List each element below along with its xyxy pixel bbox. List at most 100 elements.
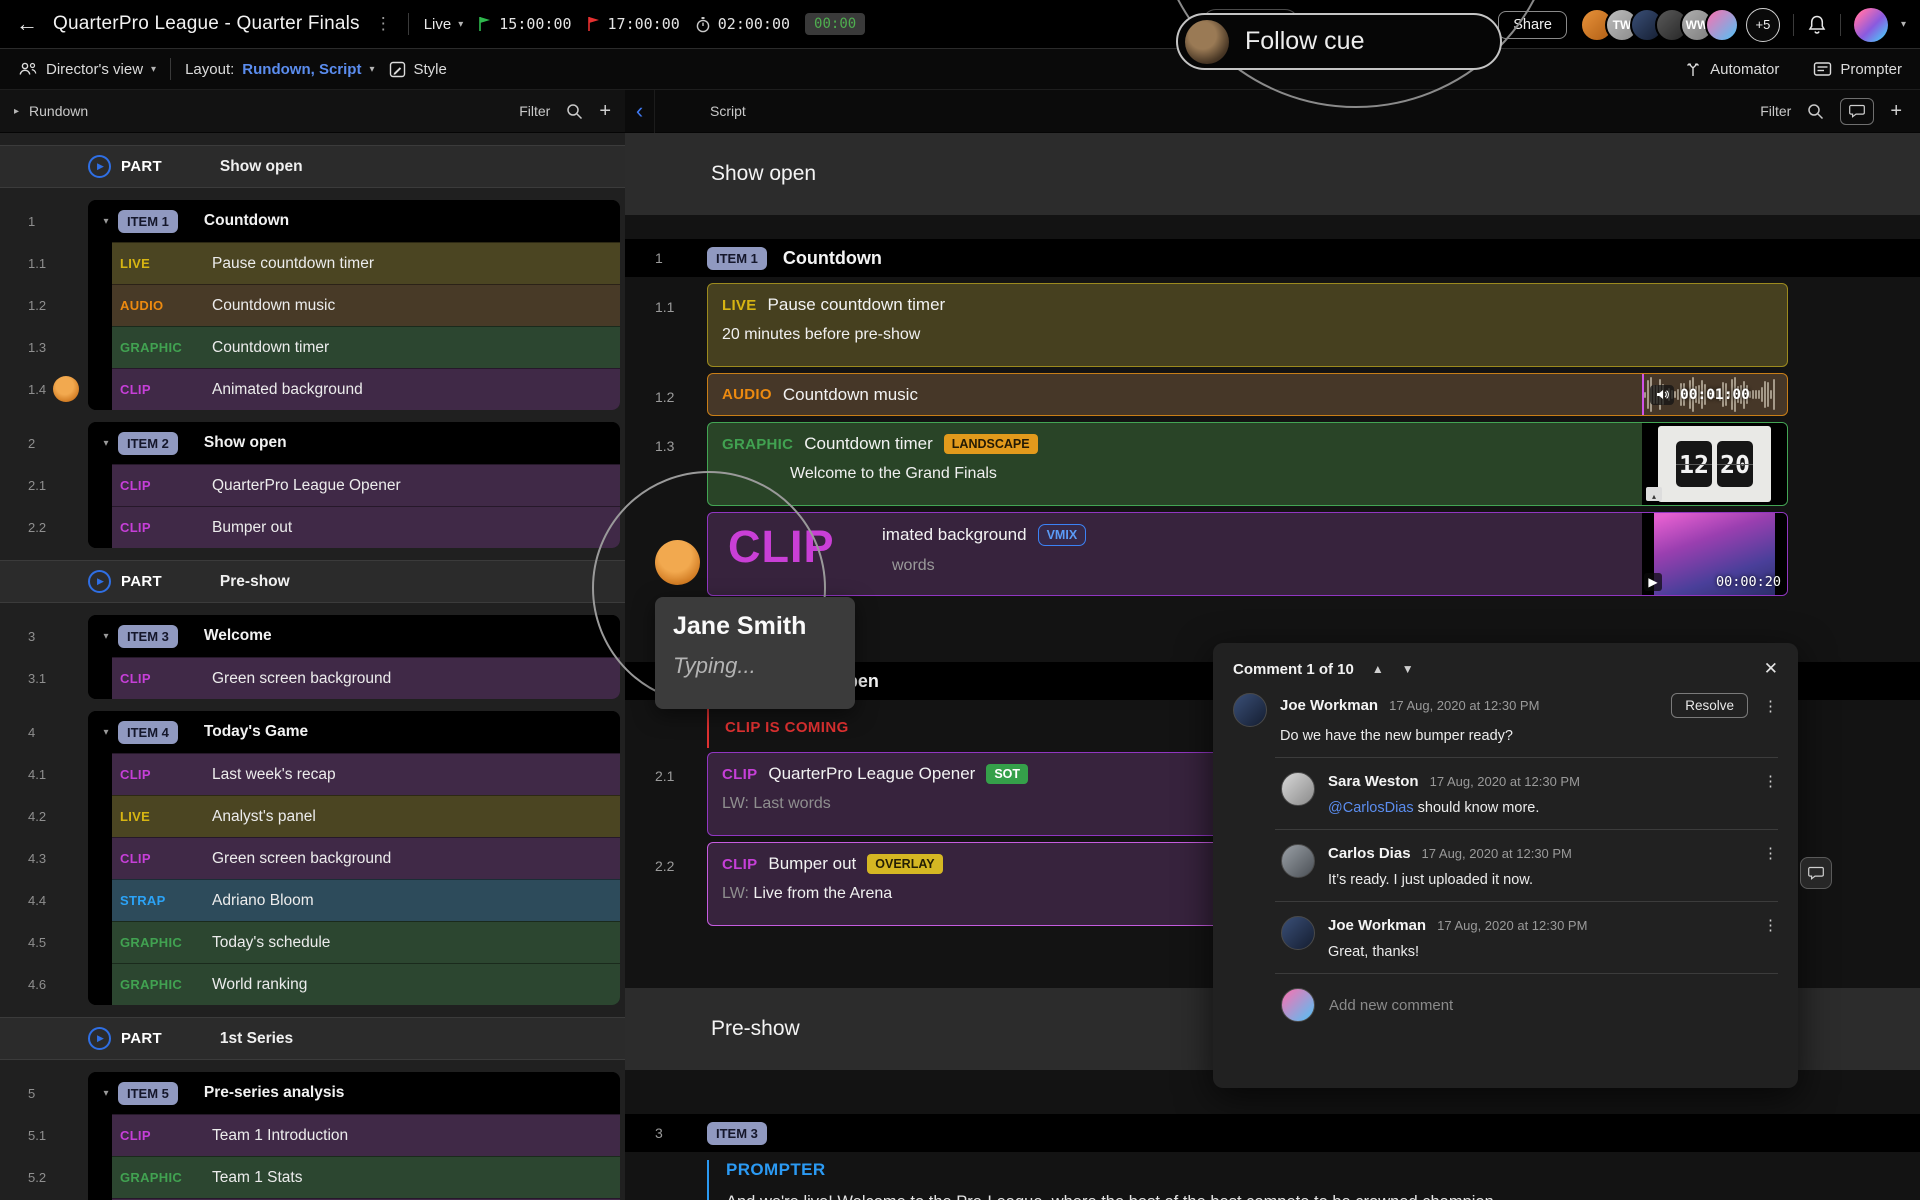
part-row[interactable]: ▶ PART Show open [0,145,625,188]
item-block: ▾ ITEM 4 Today's Game CLIP Last week's recap… [88,711,620,1005]
rundown-row[interactable]: AUDIO Countdown music [88,284,620,326]
user-avatar[interactable] [1853,7,1888,42]
share-button[interactable]: Share [1498,10,1567,39]
item-header[interactable]: ▾ ITEM 3 Welcome [88,615,620,657]
rundown-row[interactable]: CLIP Bumper out [88,506,620,548]
back-icon[interactable]: ← [16,13,38,35]
kebab-menu-icon[interactable]: ⋮ [1763,697,1778,715]
rundown-row[interactable]: GRAPHIC World ranking [88,963,620,1005]
avatar-overflow-badge[interactable]: +5 [1745,7,1780,42]
top-bar: ← QuarterPro League - Quarter Finals ⋮ L… [0,0,1920,49]
rundown-row[interactable]: CLIP Green screen background [88,657,620,699]
comment-meta-row: Joe Workman 17 Aug, 2020 at 12:30 PM Resol… [1280,693,1778,718]
chevron-down-icon[interactable]: ▾ [1901,19,1906,30]
avatar[interactable] [1704,7,1739,42]
script-item-header[interactable]: 1 ITEM 1 Countdown [625,239,1920,277]
rundown-row[interactable]: GRAPHIC Team 1 Stats [88,1156,620,1198]
collapse-caret-icon[interactable]: ▾ [94,438,118,449]
rundown-row[interactable]: CLIP QuarterPro League Opener [88,464,620,506]
part-row[interactable]: ▶ PART Pre-show [0,560,625,603]
style-button[interactable]: Style [389,61,447,78]
collapse-caret-icon[interactable]: ▾ [94,1088,118,1099]
kebab-menu-icon[interactable]: ⋮ [1763,844,1778,862]
script-item-header[interactable]: 3 ITEM 3 [625,1114,1920,1152]
live-dropdown[interactable]: Live ▾ [424,16,464,33]
rundown-filter-button[interactable]: Filter [519,103,550,119]
row-number: 5.2 [0,1156,88,1198]
mention-link[interactable]: @CarlosDias [1328,800,1414,816]
next-comment-icon[interactable]: ▼ [1402,662,1414,676]
comment-body: Joe Workman 17 Aug, 2020 at 12:30 PM ⋮ Grea… [1328,916,1778,961]
collapse-caret-icon[interactable]: ▾ [94,631,118,642]
play-circle-icon[interactable]: ▶ [88,1027,111,1050]
rundown-row[interactable]: CLIP Green screen background [88,837,620,879]
divider [1275,901,1778,902]
collapse-triangle-icon[interactable]: ▸ [14,106,19,117]
rundown-row[interactable]: GRAPHIC Countdown timer [88,326,620,368]
title-kebab-icon[interactable]: ⋮ [375,14,393,34]
row-number-label: 4.1 [28,766,47,782]
row-type-label: GRAPHIC [722,435,794,453]
rundown-row[interactable]: STRAP Adriano Bloom [88,879,620,921]
layout-selector[interactable]: Layout: Rundown, Script ▾ [185,61,374,78]
divider [1792,13,1794,36]
search-icon[interactable] [1807,103,1824,120]
prompter-button[interactable]: Prompter [1813,61,1902,78]
rundown-list: ▶ PART Show open 1 1.1 1.2 1.3 1.4 ▾ ITEM 1 Countd… [0,133,625,1200]
jane-avatar[interactable] [655,540,700,585]
total-duration: 02:00:00 [695,15,790,33]
prompter-label: Prompter [1840,60,1902,78]
automator-button[interactable]: Automator [1684,60,1779,78]
rundown-row[interactable]: CLIP Animated background [88,368,620,410]
item-header[interactable]: ▾ ITEM 4 Today's Game [88,711,620,753]
waveform-bar [1752,389,1754,400]
script-cue-box[interactable]: CLIP imated background VMIX words ▶ 00:00:20 [707,512,1788,596]
rundown-row[interactable]: GRAPHIC Today's schedule [88,921,620,963]
flip-digit: 12 [1676,441,1712,487]
cue-title: QuarterPro League Opener [768,764,976,783]
collapse-caret-icon[interactable]: ▾ [94,727,118,738]
rundown-row[interactable]: CLIP Team 1 Introduction [88,1114,620,1156]
close-icon[interactable]: ✕ [1764,659,1778,679]
script-cue-box[interactable]: LIVE Pause countdown timer 20 minutes befo… [707,283,1788,367]
collapse-caret-icon[interactable]: ▾ [94,216,118,227]
rundown-row[interactable]: LIVE Pause countdown timer [88,242,620,284]
script-cue-box[interactable]: AUDIO Countdown music 00:01:00 [707,373,1788,416]
prompter-block[interactable]: PROMPTER And we're live! Welcome to the P… [707,1160,1788,1200]
follow-cue-loupe[interactable]: Follow cue [1176,13,1502,70]
collapse-panel-icon[interactable]: ‹ [625,89,655,133]
add-item-button[interactable]: + [599,100,611,123]
view-selector[interactable]: Director's view ▾ [18,61,156,78]
app-window: ← QuarterPro League - Quarter Finals ⋮ L… [0,0,1920,1200]
rundown-panel: ▸ Rundown Filter + ▶ PART Show open 1 1.1 1.2… [0,90,625,1200]
row-number-label: 1.2 [655,389,675,405]
play-circle-icon[interactable]: ▶ [88,570,111,593]
comments-toggle-button[interactable] [1840,97,1875,125]
row-title: Last week's recap [212,765,336,783]
script-cue-box[interactable]: GRAPHIC Countdown timer LANDSCAPE Welcome t… [707,422,1788,506]
kebab-menu-icon[interactable]: ⋮ [1763,772,1778,790]
row-type-label: LIVE [120,256,151,271]
part-row[interactable]: ▶ PART 1st Series [0,1017,625,1060]
item-header[interactable]: ▾ ITEM 1 Countdown [88,200,620,242]
add-comment-row: Add new comment [1281,988,1778,1022]
add-comment-input[interactable]: Add new comment [1329,997,1453,1014]
rundown-row[interactable]: CLIP Last week's recap [88,753,620,795]
part-name: 1st Series [219,1029,294,1047]
previous-comment-icon[interactable]: ▲ [1372,662,1384,676]
rundown-row[interactable]: LIVE Analyst's panel [88,795,620,837]
script-filter-button[interactable]: Filter [1760,103,1791,119]
row-number-label: 1 [28,213,36,229]
resolve-button[interactable]: Resolve [1671,693,1748,718]
add-script-item-button[interactable]: + [1890,100,1902,123]
item-header[interactable]: ▾ ITEM 2 Show open [88,422,620,464]
kebab-menu-icon[interactable]: ⋮ [1763,916,1778,934]
comment-panel: Comment 1 of 10 ▲ ▼ ✕ Joe Workman 17 Aug,… [1213,643,1798,1088]
line2-text: Live from the Arena [753,885,893,902]
bell-icon[interactable] [1807,14,1827,36]
play-circle-icon[interactable]: ▶ [88,155,111,178]
item-header[interactable]: ▾ ITEM 5 Pre-series analysis [88,1072,620,1114]
part-name: Show open [219,157,303,175]
search-icon[interactable] [566,103,583,120]
comment-indicator-button[interactable] [1800,857,1832,889]
